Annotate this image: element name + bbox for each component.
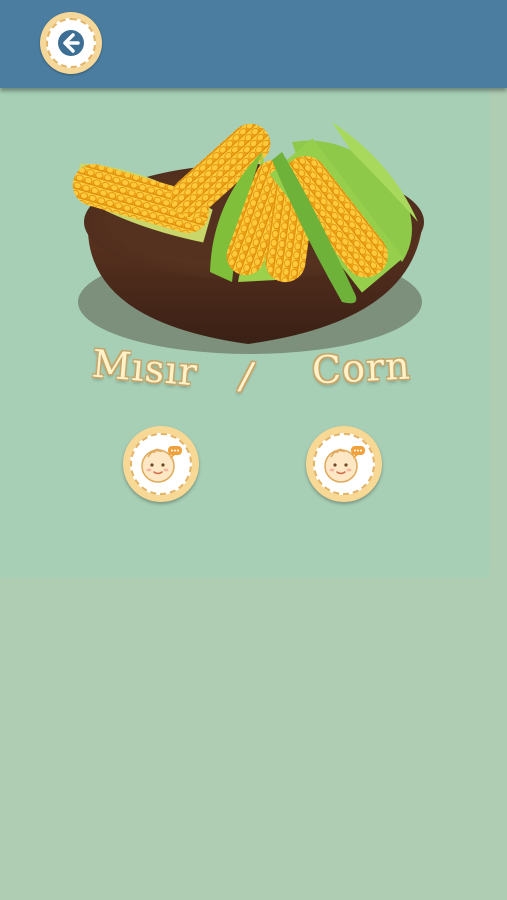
baby-face-speaking-icon: [141, 446, 182, 483]
word-separator: /: [236, 353, 258, 399]
corn-image: [62, 112, 434, 362]
top-bar: [0, 0, 507, 88]
back-button[interactable]: [40, 12, 102, 74]
word-turkish: Mısır: [90, 341, 200, 395]
play-english-sound-button[interactable]: [306, 426, 382, 502]
word-title: Mısır / Corn: [60, 340, 450, 410]
baby-face-speaking-icon: [324, 446, 365, 483]
word-english: Corn: [310, 343, 412, 393]
play-turkish-sound-button[interactable]: [123, 426, 199, 502]
arrow-left-icon: [58, 30, 84, 56]
